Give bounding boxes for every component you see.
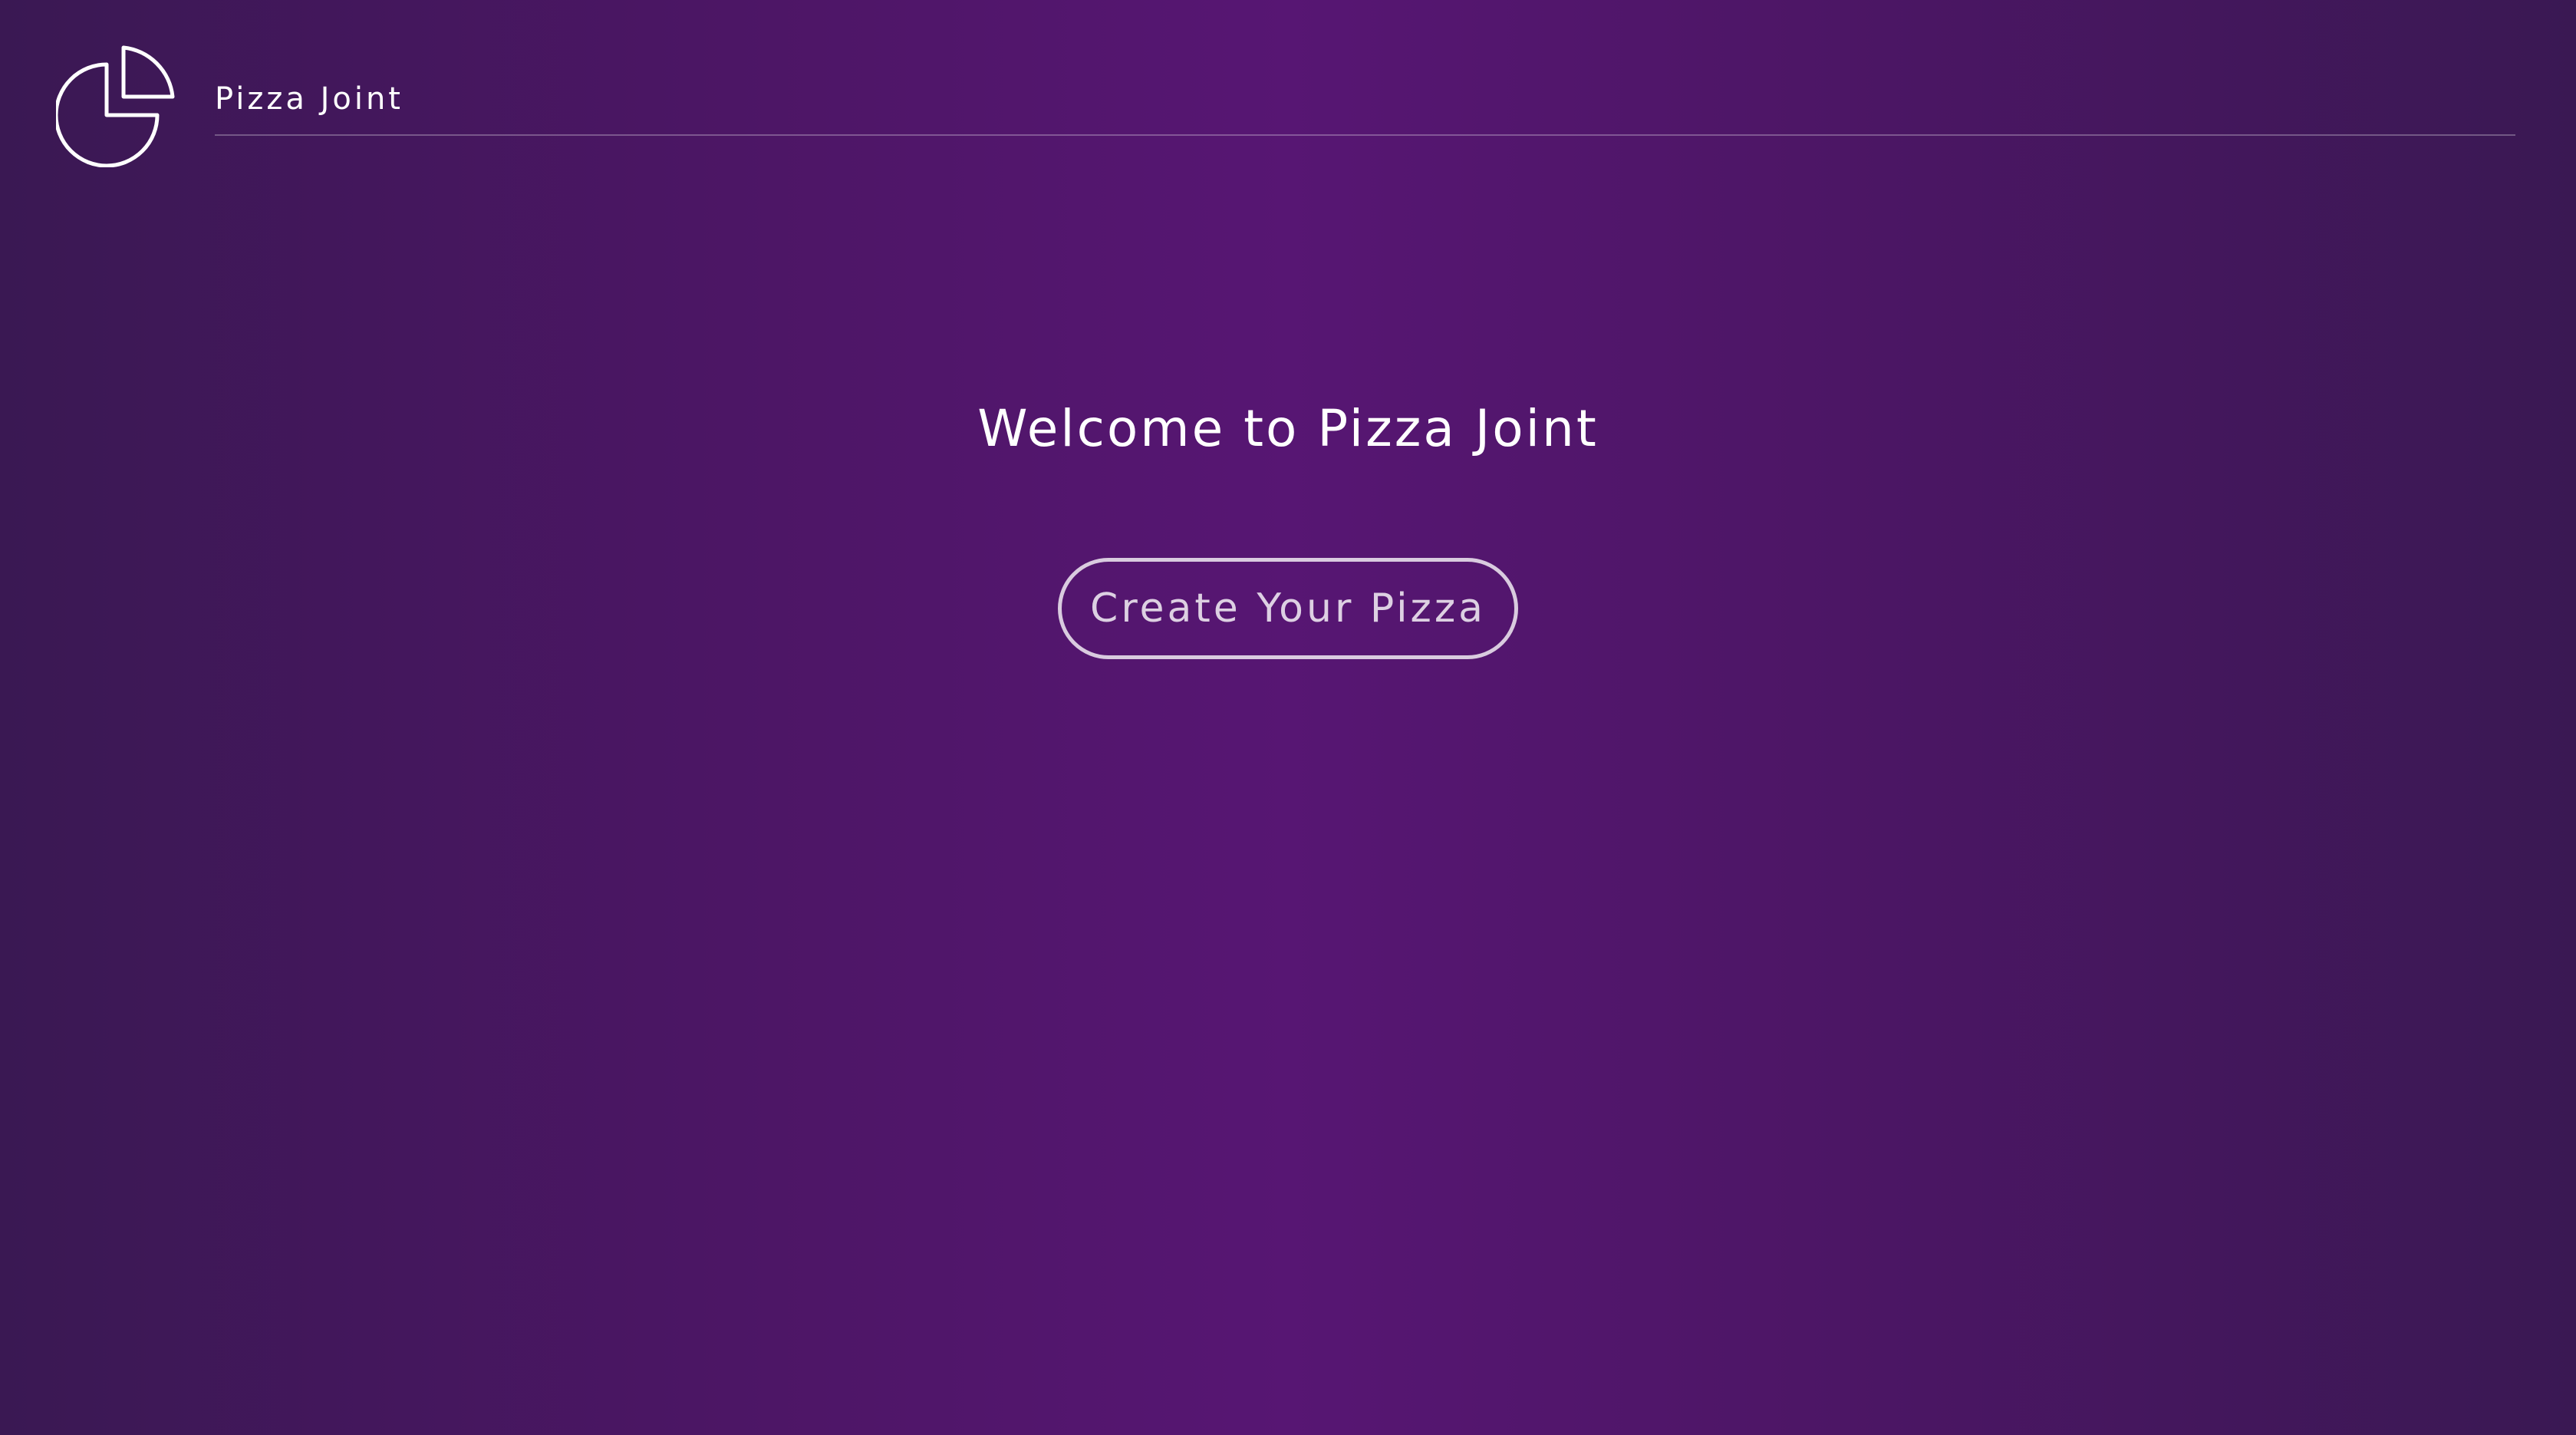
create-your-pizza-button[interactable]: Create Your Pizza (1058, 558, 1518, 659)
main-content: Welcome to Pizza Joint Create Your Pizza (0, 0, 2576, 1435)
welcome-heading: Welcome to Pizza Joint (977, 399, 1599, 458)
create-your-pizza-label: Create Your Pizza (1090, 586, 1486, 632)
